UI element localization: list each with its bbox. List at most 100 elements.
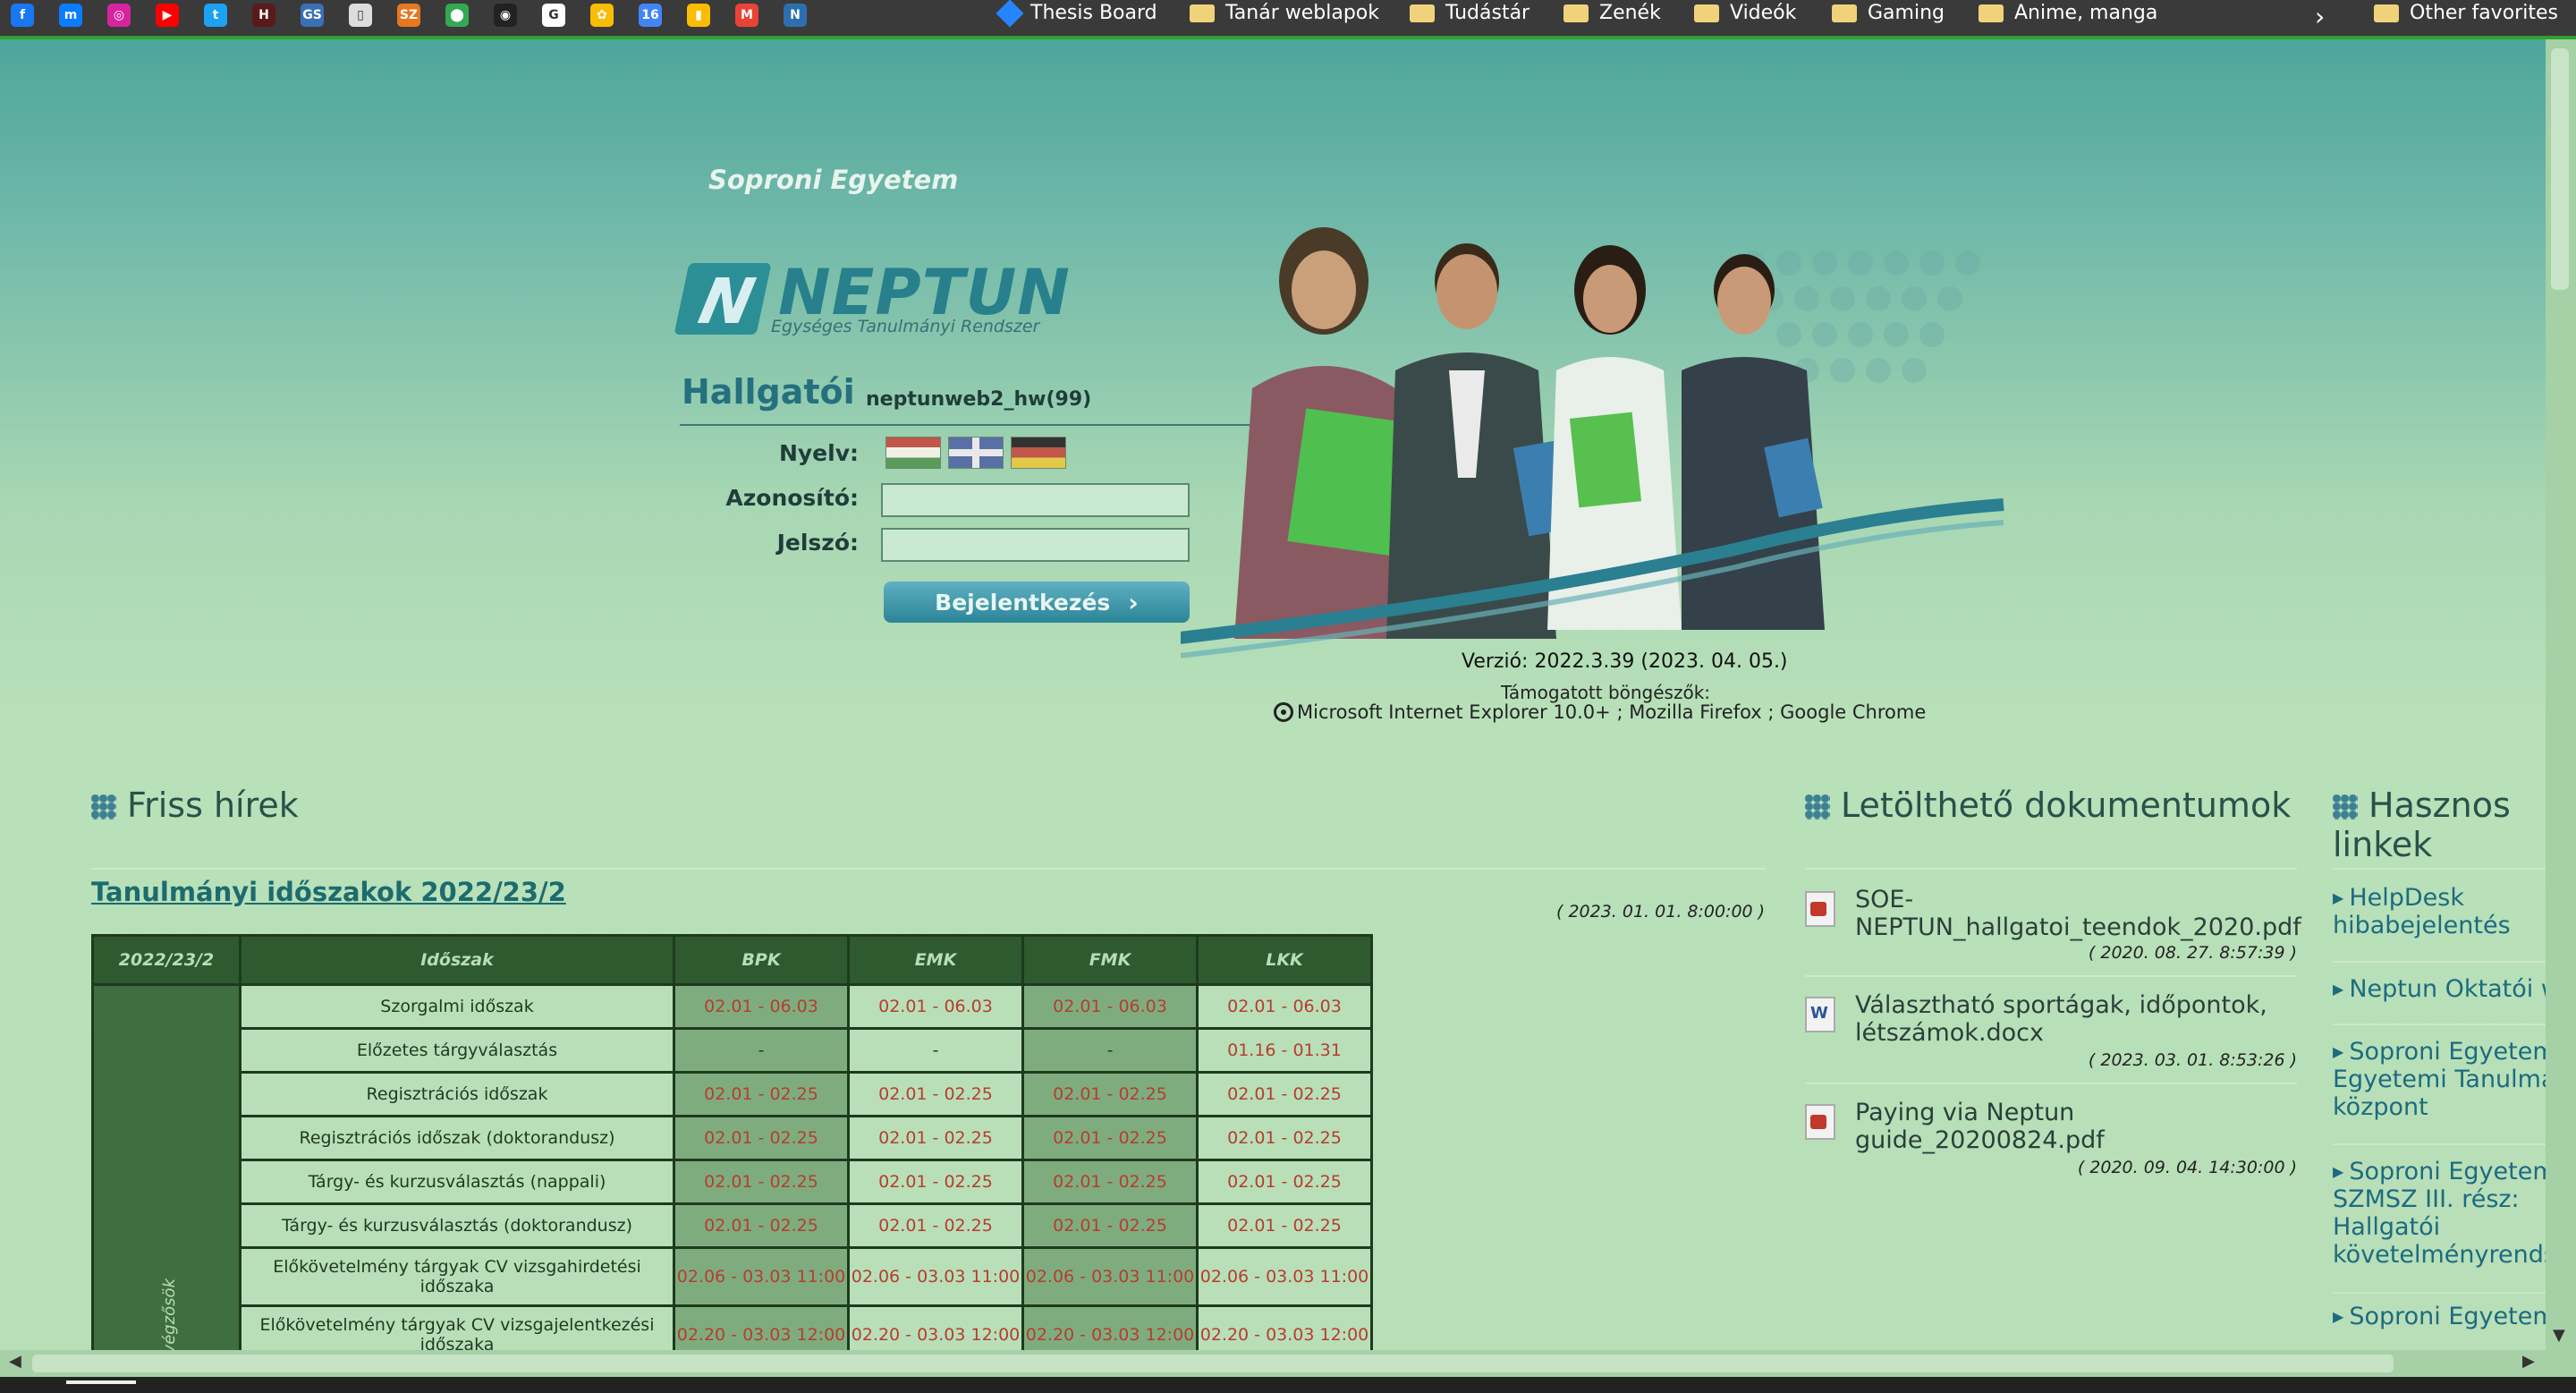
link-soproni-egyetem[interactable]: ▶ Soproni Egyetem [2333,1303,2546,1330]
username-field[interactable] [881,483,1190,517]
bookmark-folder-tanar[interactable]: Tanár weblapok [1190,2,1379,24]
folder-icon [1190,4,1215,22]
version-text: Verzió: 2022.3.39 (2023. 04. 05.) [1462,650,1788,673]
pdf-icon [1805,891,1835,927]
german-flag-icon[interactable] [1011,437,1066,469]
document-name[interactable]: Választható sportágak, időpontok, létszá… [1855,991,2267,1047]
table-row: Előkövetelmény tárgyak CV vizsgajelentke… [93,1304,1373,1350]
bookmark-thesis-board[interactable]: Thesis Board [996,0,1157,28]
documents-title-text: Letölthető dokumentumok [1841,786,2292,825]
hungarian-flag-icon[interactable] [886,437,941,469]
bookmark-folder-tudastar[interactable]: Tudástár [1410,2,1530,24]
scroll-down-arrow-icon[interactable]: ▼ [2553,1326,2565,1345]
news-item-link[interactable]: Tanulmányi időszakok 2022/23/2 [91,877,566,907]
messenger-icon[interactable]: m [59,4,82,27]
period-date-cell: 02.01 - 02.25 [673,1202,850,1249]
bookmark-folder-anime[interactable]: Anime, manga [1979,2,2157,24]
login-divider [680,424,1261,426]
letter-icon[interactable]: H [252,4,275,27]
period-name: Regisztrációs időszak (doktorandusz) [239,1115,675,1161]
jira-icon [996,0,1024,28]
logo-subtitle: Egységes Tanulmányi Rendszer [771,317,1040,336]
column-header: 2022/23/2 [91,934,242,986]
password-field[interactable] [881,528,1190,562]
period-date-cell: 02.01 - 02.25 [1196,1202,1373,1249]
period-date-cell: 02.20 - 03.03 12:00 [1021,1304,1199,1350]
link-helpdesk[interactable]: ▶ HelpDesk hibabejelentés [2333,884,2546,939]
link-divider [2333,961,2546,963]
document-date: ( 2023. 03. 01. 8:53:26 ) [2088,1050,2297,1070]
word-document-icon [1805,997,1835,1032]
column-header: EMK [847,934,1024,986]
period-date-cell: 02.01 - 06.03 [1196,983,1373,1030]
bookmark-label: Anime, manga [2014,2,2158,24]
scroll-right-arrow-icon[interactable]: ▶ [2522,1352,2535,1371]
english-flag-icon[interactable] [948,437,1004,469]
bookmark-label: Videók [1730,2,1797,24]
google-icon[interactable]: G [542,4,565,27]
link-text: hibabejelentés [2333,912,2511,939]
vertical-scrollbar[interactable]: ▼ [2546,39,2576,1350]
link-neptun-oktatoi[interactable]: ▶ Neptun Oktatói w [2333,975,2546,1003]
maps-icon[interactable]: ⬤ [445,4,469,27]
gmail-icon[interactable]: M [735,4,758,27]
vertical-scroll-thumb[interactable] [2551,48,2569,290]
neptun-icon[interactable]: N [784,4,807,27]
folder-icon [1410,4,1435,22]
bookmark-folder-gaming[interactable]: Gaming [1832,2,1945,24]
browser-list: Microsoft Internet Explorer 10.0+ ; Mozi… [1297,701,1927,723]
github-icon[interactable]: ◉ [494,4,517,27]
column-header: Időszak [239,934,675,986]
links-section-title: Hasznos linkek [2333,786,2511,864]
period-date-cell: 02.01 - 02.25 [1196,1159,1373,1205]
calendar-icon[interactable]: 16 [639,4,662,27]
university-name: Soproni Egyetem [708,165,959,195]
active-tab-indicator [66,1380,136,1384]
document-name[interactable]: Paying via Neptun guide_20200824.pdf [1855,1099,2105,1154]
document-item[interactable]: Paying via Neptun guide_20200824.pdf [1805,1099,2105,1154]
column-header: LKK [1196,934,1373,986]
period-date-cell: 02.06 - 03.03 11:00 [1196,1246,1373,1307]
document-name[interactable]: SOE- NEPTUN_hallgatoi_teendok_2020.pdf [1855,886,2301,941]
photos-icon[interactable]: ✿ [590,4,614,27]
period-name: Tárgy- és kurzusválasztás (nappali) [239,1159,675,1205]
taskbar-strip [0,1377,2576,1393]
link-text: Soproni Egyetem [2349,1158,2546,1185]
neptun-logo-mark: N [674,263,772,338]
sz-icon[interactable]: SZ [397,4,420,27]
youtube-icon[interactable]: ▶ [156,4,179,27]
period-date-cell: 02.20 - 03.03 12:00 [673,1304,850,1350]
folder-icon [2374,4,2399,22]
login-title: Hallgatói [682,372,855,412]
period-date-cell: 02.01 - 02.25 [847,1071,1024,1117]
horizontal-scroll-thumb[interactable] [32,1355,2394,1372]
facebook-icon[interactable]: f [11,4,34,27]
twitter-icon[interactable]: t [204,4,227,27]
period-date-cell: 02.01 - 06.03 [1021,983,1199,1030]
document-item[interactable]: Választható sportágak, időpontok, létszá… [1805,991,2267,1047]
period-date-cell: 02.06 - 03.03 11:00 [847,1246,1024,1307]
login-button[interactable]: Bejelentkezés › [884,582,1190,623]
document-icon[interactable]: ▯ [349,4,372,27]
table-row: végzősök Szorgalmi időszak 02.01 - 06.03 02… [91,983,1373,1350]
period-date-cell: 02.01 - 02.25 [673,1115,850,1161]
document-item[interactable]: SOE- NEPTUN_hallgatoi_teendok_2020.pdf [1805,886,2301,941]
link-szmsz[interactable]: ▶ Soproni Egyetem SZMSZ III. rész: Hallga… [2333,1158,2546,1269]
horizontal-scrollbar[interactable]: ◀ ▶ [0,1350,2576,1377]
instagram-icon[interactable]: ◎ [107,4,131,27]
bookmark-folder-zenek[interactable]: Zenék [1563,2,1661,24]
link-tanulmanyi-kozpont[interactable]: ▶ Soproni Egyetem Egyetemi Tanulmá közpon… [2333,1038,2546,1121]
document-divider [1805,1083,2297,1084]
bookmarks-overflow-chevron-icon[interactable]: › [2315,2,2325,31]
scroll-left-arrow-icon[interactable]: ◀ [9,1352,21,1371]
document-name-line: Választható sportágak, időpontok, [1855,991,2267,1019]
document-name-line: létszámok.docx [1855,1019,2045,1047]
period-name: Tárgy- és kurzusválasztás (doktorandusz) [239,1202,675,1249]
bookmarks-bar: f m ◎ ▶ t H GS ▯ SZ ⬤ ◉ G ✿ 16 ▮ M N Thesis Board Tanár … [0,0,2576,36]
gs-icon[interactable]: GS [301,4,324,27]
bookmark-folder-videok[interactable]: Videók [1694,2,1796,24]
bookmark-other-favorites[interactable]: Other favorites [2374,2,2558,24]
links-title-line: Hasznos [2368,786,2511,825]
link-text: Soproni Egyetem [2349,1038,2546,1066]
keep-icon[interactable]: ▮ [687,4,710,27]
